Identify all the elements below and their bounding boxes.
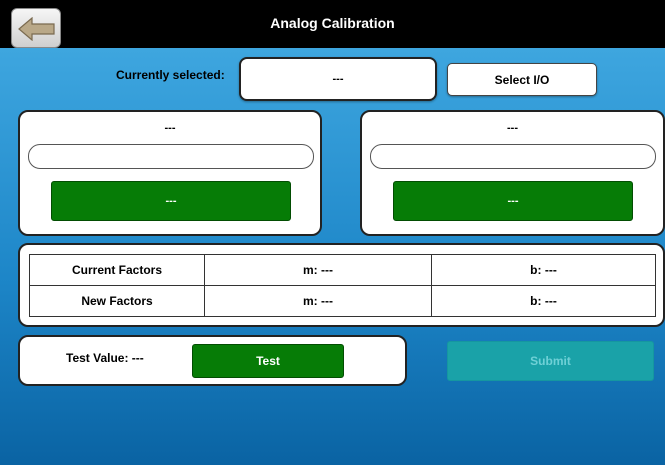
calibration-value-input[interactable] bbox=[370, 144, 656, 169]
test-button[interactable]: Test bbox=[192, 344, 344, 378]
calibration-panel-left: --- --- bbox=[18, 110, 322, 236]
submit-button[interactable]: Submit bbox=[447, 341, 654, 381]
factor-m-value: m: --- bbox=[204, 285, 432, 317]
main-content: Currently selected: --- Select I/O --- -… bbox=[0, 48, 665, 465]
test-panel: Test Value: --- Test bbox=[18, 335, 407, 386]
factors-table: Current Factors m: --- b: --- New Factor… bbox=[29, 254, 656, 317]
currently-selected-label: Currently selected: bbox=[116, 68, 225, 82]
panel-title: --- bbox=[507, 122, 518, 134]
calibrate-button[interactable]: --- bbox=[393, 181, 633, 221]
table-row: New Factors m: --- b: --- bbox=[29, 285, 656, 317]
test-value-label: Test Value: --- bbox=[66, 351, 144, 365]
calibrate-button[interactable]: --- bbox=[51, 181, 291, 221]
factor-b-value: b: --- bbox=[431, 285, 656, 317]
factor-b-value: b: --- bbox=[431, 254, 656, 286]
factor-row-label: New Factors bbox=[29, 285, 205, 317]
panel-title: --- bbox=[164, 122, 176, 134]
title-bar: Analog Calibration bbox=[0, 0, 665, 48]
calibration-value-input[interactable] bbox=[28, 144, 314, 169]
calibration-panel-right: --- --- bbox=[360, 110, 665, 236]
factors-panel: Current Factors m: --- b: --- New Factor… bbox=[18, 243, 665, 327]
factor-m-value: m: --- bbox=[204, 254, 432, 286]
selected-io-display: --- bbox=[239, 57, 437, 101]
table-row: Current Factors m: --- b: --- bbox=[29, 254, 656, 286]
page-title: Analog Calibration bbox=[270, 15, 395, 31]
app-window: Analog Calibration Currently selected: -… bbox=[0, 0, 665, 465]
select-io-button[interactable]: Select I/O bbox=[447, 63, 597, 96]
factor-row-label: Current Factors bbox=[29, 254, 205, 286]
